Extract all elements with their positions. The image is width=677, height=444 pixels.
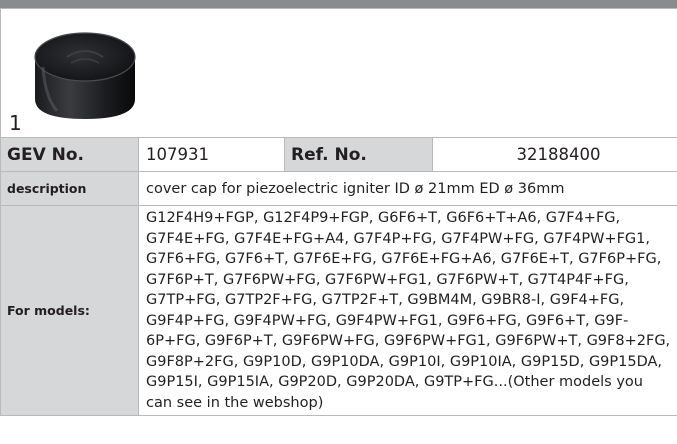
models-line: G12F4H9+FGP, G12F4P9+FGP, G6F6+T, G6F6+T… <box>146 210 621 226</box>
product-sheet: 1 GEV No. 107931 Ref. No. 32188400 descr… <box>0 8 677 416</box>
models-line: can see in the webshop) <box>146 394 324 411</box>
description-row: description cover cap for piezoelectric … <box>0 171 677 206</box>
models-line: G9F8P+2FG, G9P10D, G9P10DA, G9P10I, G9P1… <box>146 353 663 370</box>
cover-cap-photo <box>27 27 145 125</box>
models-line: G7F6+FG, G7F6+T, G7F6E+FG, G7F6E+FG+A6, … <box>146 251 662 267</box>
models-line: G7F4E+FG, G7F4E+FG+A4, G7F4P+FG, G7F4PW+… <box>146 230 650 247</box>
models-label: For models: <box>0 205 139 416</box>
gev-value: 107931 <box>138 137 285 172</box>
description-label: description <box>0 171 139 206</box>
models-row: For models: G12F4H9+FGP, G12F4P9+FGP, G6… <box>0 205 677 416</box>
models-line: G9P15I, G9P15IA, G9P20D, G9P20DA, G9TP+F… <box>146 374 643 390</box>
ref-label: Ref. No. <box>284 137 433 172</box>
models-line: 6P+FG, G9F6P+T, G9F6PW+FG, G9F6PW+FG1, G… <box>146 333 671 349</box>
gev-row: GEV No. 107931 Ref. No. 32188400 <box>0 137 677 172</box>
gev-label: GEV No. <box>0 137 139 172</box>
ref-value: 32188400 <box>432 137 677 172</box>
models-line: G7TP+FG, G7TP2F+FG, G7TP2F+T, G9BM4M, G9… <box>146 292 625 308</box>
models-line: G7F6P+T, G7F6PW+FG, G7F6PW+FG1, G7F6PW+T… <box>146 271 629 288</box>
image-row: 1 <box>0 8 677 138</box>
image-cell: 1 <box>0 8 677 138</box>
description-value: cover cap for piezoelectric igniter ID ø… <box>138 171 677 206</box>
models-value: G12F4H9+FGP, G12F4P9+FGP, G6F6+T, G6F6+T… <box>138 205 677 416</box>
top-bar <box>0 0 677 8</box>
models-line: G9F4P+FG, G9F4PW+FG, G9F4PW+FG1, G9F6+FG… <box>146 312 629 329</box>
image-number: 1 <box>9 111 22 135</box>
